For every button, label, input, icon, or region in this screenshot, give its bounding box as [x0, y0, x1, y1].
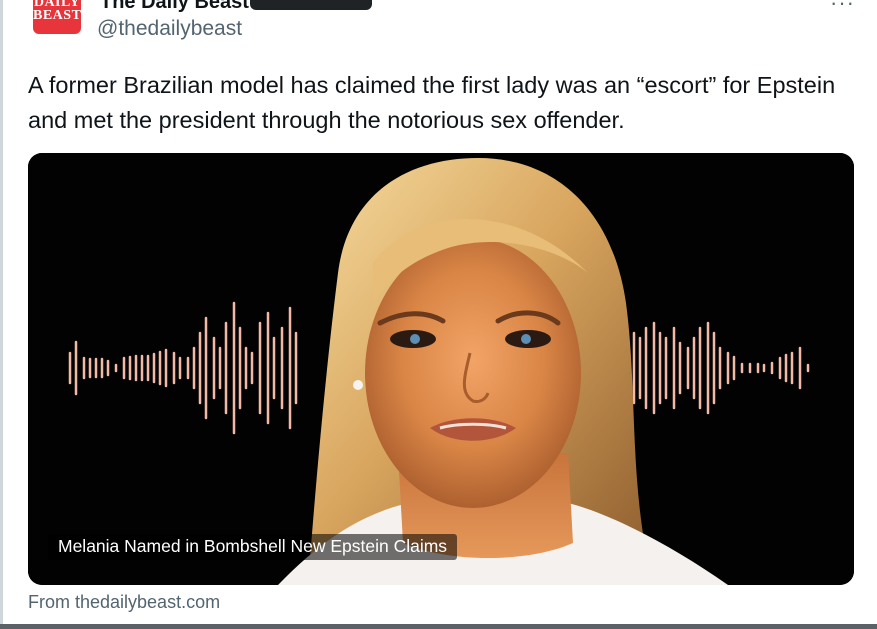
- bottom-divider: [0, 624, 877, 629]
- avatar[interactable]: DAILY BEAST: [33, 0, 81, 34]
- image-caption: Melania Named in Bombshell New Epstein C…: [48, 534, 458, 560]
- tweet-screenshot: DAILY BEAST The Daily Beast @thedailybea…: [0, 0, 877, 629]
- tweet-text: A former Brazilian model has claimed the…: [28, 72, 836, 133]
- window-edge: [0, 0, 3, 629]
- more-options-icon[interactable]: ···: [830, 0, 855, 16]
- media-card[interactable]: Melania Named in Bombshell New Epstein C…: [28, 153, 854, 585]
- display-name[interactable]: The Daily Beast: [100, 0, 249, 14]
- redaction-bar: [250, 0, 372, 10]
- link-source[interactable]: From thedailybeast.com: [28, 592, 220, 613]
- right-iris: [521, 334, 531, 344]
- earring: [353, 380, 363, 390]
- face: [365, 238, 581, 508]
- left-iris: [410, 334, 420, 344]
- avatar-logo-line-2: BEAST: [33, 8, 81, 23]
- account-handle[interactable]: @thedailybeast: [97, 17, 242, 41]
- article-image: [28, 153, 854, 585]
